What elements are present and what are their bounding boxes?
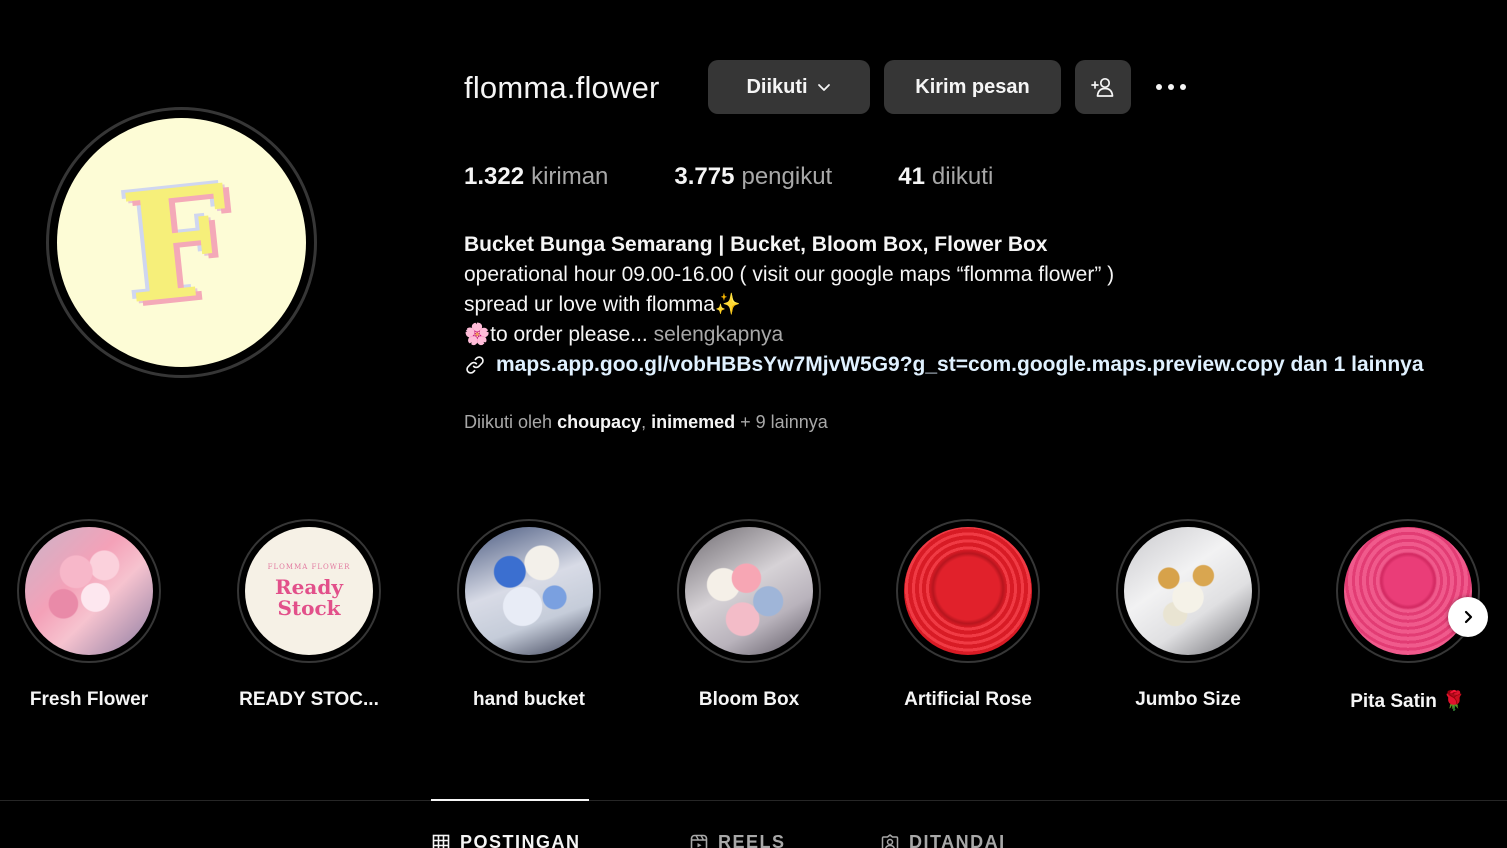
highlight-ring [896, 519, 1040, 663]
tab-label: POSTINGAN [460, 832, 581, 848]
reels-icon [690, 834, 708, 848]
tabs-divider [0, 800, 1507, 801]
profile-bio: Bucket Bunga Semarang | Bucket, Bloom Bo… [464, 230, 1424, 380]
tab-label: REELS [718, 832, 786, 848]
suggested-accounts-button[interactable] [1075, 60, 1131, 114]
followed-by-prefix: Diikuti oleh [464, 412, 553, 432]
highlight-cover [685, 527, 813, 655]
link-icon [466, 356, 484, 374]
highlights-next-button[interactable] [1448, 597, 1488, 637]
tab-tagged[interactable]: DITANDAI [881, 832, 1006, 848]
mutual-follower-name: inimemed [651, 412, 736, 432]
highlight-label: Artificial Rose [904, 689, 1032, 710]
highlight-label: Jumbo Size [1135, 689, 1241, 710]
followed-by[interactable]: Diikuti oleh choupacy, inimemed + 9 lain… [464, 412, 828, 433]
send-message-label: Kirim pesan [915, 75, 1030, 98]
highlight-ring: FLOMMA FLOWER Ready Stock [237, 519, 381, 663]
more-dot-icon [1168, 84, 1174, 90]
avatar[interactable]: F [57, 118, 306, 367]
avatar-logo-letter: F [115, 151, 240, 338]
following-stat[interactable]: 41 diikuti [898, 163, 993, 191]
see-more-link[interactable]: selengkapnya [654, 323, 784, 346]
highlight-label: Pita Satin 🌹 [1350, 691, 1466, 712]
story-highlight[interactable]: Artificial Rose [858, 519, 1078, 711]
send-message-button[interactable]: Kirim pesan [884, 60, 1061, 114]
highlight-label: Bloom Box [698, 689, 800, 710]
bio-line: 🌸to order please... [464, 323, 648, 346]
highlight-label: READY STOC... [239, 689, 379, 710]
more-dot-icon [1156, 84, 1162, 90]
highlight-cover: FLOMMA FLOWER Ready Stock [245, 527, 373, 655]
followers-count: 3.775 [674, 163, 735, 190]
highlight-label: hand bucket [473, 689, 585, 710]
tab-reels[interactable]: REELS [690, 832, 786, 848]
followers-stat[interactable]: 3.775 pengikut [674, 163, 832, 191]
tab-posts[interactable]: POSTINGAN [432, 832, 581, 848]
highlight-ring [17, 519, 161, 663]
active-tab-indicator [431, 799, 589, 801]
grid-icon [432, 834, 450, 848]
following-dropdown-button[interactable]: Diikuti [708, 60, 870, 114]
highlight-cover [25, 527, 153, 655]
following-label: diikuti [931, 163, 994, 190]
highlight-ring [1116, 519, 1260, 663]
posts-stat: 1.322 kiriman [464, 163, 608, 191]
bio-name: Bucket Bunga Semarang | Bucket, Bloom Bo… [464, 233, 1048, 256]
story-highlight[interactable]: Bloom Box [639, 519, 859, 711]
posts-count: 1.322 [464, 163, 525, 190]
cover-caption: FLOMMA FLOWER [267, 563, 351, 571]
cover-title-line: Ready [275, 575, 343, 599]
story-highlight[interactable]: FLOMMA FLOWER Ready Stock READY STOC... [199, 519, 419, 711]
profile-avatar-ring[interactable]: F [46, 107, 317, 378]
followed-by-suffix: + 9 lainnya [740, 412, 828, 432]
story-highlight[interactable]: hand bucket [419, 519, 639, 711]
followers-label: pengikut [741, 163, 833, 190]
tagged-icon [881, 833, 899, 848]
bio-line-with-more: 🌸to order please... selengkapnya [464, 320, 1424, 350]
story-highlight[interactable]: Fresh Flower [0, 519, 199, 711]
highlight-cover [1124, 527, 1252, 655]
bio-external-link[interactable]: maps.app.goo.gl/vobHBBsYw7MjvW5G9?g_st=c… [464, 350, 1424, 380]
highlight-ring [457, 519, 601, 663]
highlight-cover [465, 527, 593, 655]
highlight-cover [1344, 527, 1472, 655]
following-button-label: Diikuti [746, 75, 808, 98]
cover-title-line: Stock [277, 596, 341, 620]
bio-line: operational hour 09.00-16.00 ( visit our… [464, 263, 1115, 286]
highlight-ring [677, 519, 821, 663]
add-person-icon [1091, 77, 1114, 97]
bio-link-text: maps.app.goo.gl/vobHBBsYw7MjvW5G9?g_st=c… [496, 353, 1424, 376]
highlight-ring [1336, 519, 1480, 663]
story-highlight[interactable]: Jumbo Size [1078, 519, 1298, 711]
tab-label: DITANDAI [909, 832, 1006, 848]
posts-label: kiriman [531, 163, 609, 190]
bio-line: spread ur love with flomma✨ [464, 293, 742, 316]
profile-stats: 1.322 kiriman 3.775 pengikut 41 diikuti [464, 163, 1059, 191]
profile-username: flomma.flower [464, 70, 660, 105]
mutual-follower-name: choupacy [557, 412, 642, 432]
highlight-cover [904, 527, 1032, 655]
more-dot-icon [1180, 84, 1186, 90]
more-options-button[interactable] [1150, 72, 1192, 102]
following-count: 41 [898, 163, 925, 190]
highlight-label: Fresh Flower [29, 689, 149, 710]
chevron-right-icon [1464, 610, 1473, 624]
chevron-down-icon [817, 84, 830, 91]
